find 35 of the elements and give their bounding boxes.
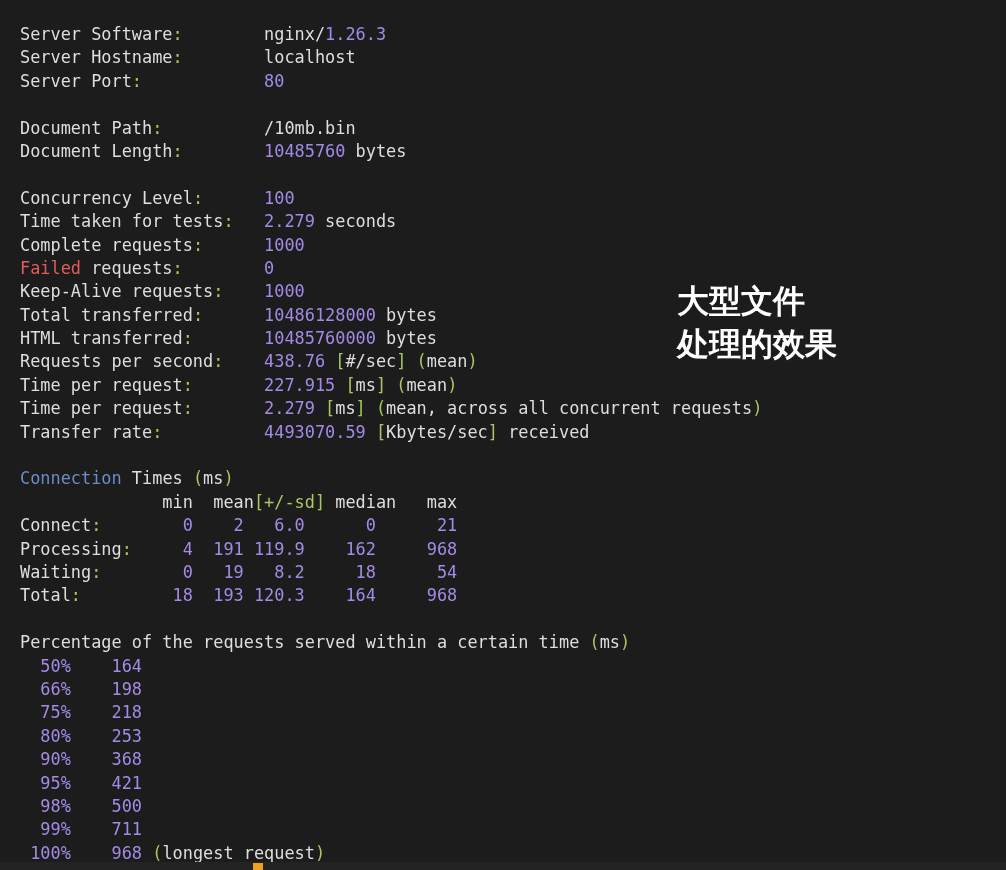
terminal-line: Requests per second: 438.76 [#/sec] (mean) — [20, 351, 478, 372]
terminal-line: Time per request: 227.915 [ms] (mean) — [20, 374, 458, 395]
terminal-line: Concurrency Level: 100 — [20, 187, 295, 208]
terminal-line: 75% 218 — [39, 702, 143, 723]
terminal-line: Document Path: /10mb.bin — [20, 117, 356, 138]
terminal-line: 90% 368 — [39, 749, 143, 770]
cursor-icon — [253, 863, 263, 870]
terminal-line: min mean[+/-sd] median max — [161, 491, 458, 512]
terminal-line: Connection Times (ms) — [20, 468, 234, 489]
terminal-line: Server Software: nginx/1.26.3 — [20, 24, 387, 44]
terminal-line: Document Length: 10485760 bytes — [20, 140, 407, 161]
terminal-line: Transfer rate: 4493070.59 [Kbytes/sec] received — [20, 421, 590, 442]
terminal-line: 50% 164 — [39, 655, 143, 676]
terminal-line: Failed requests: 0 — [20, 257, 275, 278]
terminal-line: 66% 198 — [39, 678, 143, 699]
terminal-line: Processing: 4 191 119.9 162 968 — [20, 538, 458, 559]
terminal-line: Connect: 0 2 6.0 0 21 — [20, 515, 458, 536]
terminal-line: 80% 253 — [39, 725, 143, 746]
caption-text: 大型文件 — [677, 281, 806, 322]
terminal-line: Percentage of the requests served within a certain time (ms) — [20, 632, 631, 653]
caption-text: 处理的效果 — [677, 324, 837, 365]
terminal-line: Time taken for tests: 2.279 seconds — [20, 211, 397, 232]
terminal-line: 100% 968 (longest request) — [29, 842, 326, 863]
terminal-line: Waiting: 0 19 8.2 18 54 — [20, 562, 458, 582]
terminal-line: Complete requests: 1000 — [20, 234, 305, 255]
terminal-line: Time per request: 2.279 [ms] (mean, across all concurrent requests) — [20, 398, 763, 419]
terminal-line: Server Port: 80 — [20, 70, 285, 91]
terminal-line: 98% 500 — [39, 795, 143, 816]
terminal-line: Total: 18 193 120.3 164 968 — [20, 585, 458, 606]
terminal-line: HTML transferred: 10485760000 bytes — [20, 328, 437, 349]
terminal-line: Keep-Alive requests: 1000 — [20, 281, 305, 302]
terminal-line: Total transferred: 10486128000 bytes — [20, 304, 437, 325]
terminal-line: Server Hostname: localhost — [20, 47, 356, 68]
terminal-line: 99% 711 — [39, 819, 143, 840]
terminal-line: 95% 421 — [39, 772, 143, 793]
